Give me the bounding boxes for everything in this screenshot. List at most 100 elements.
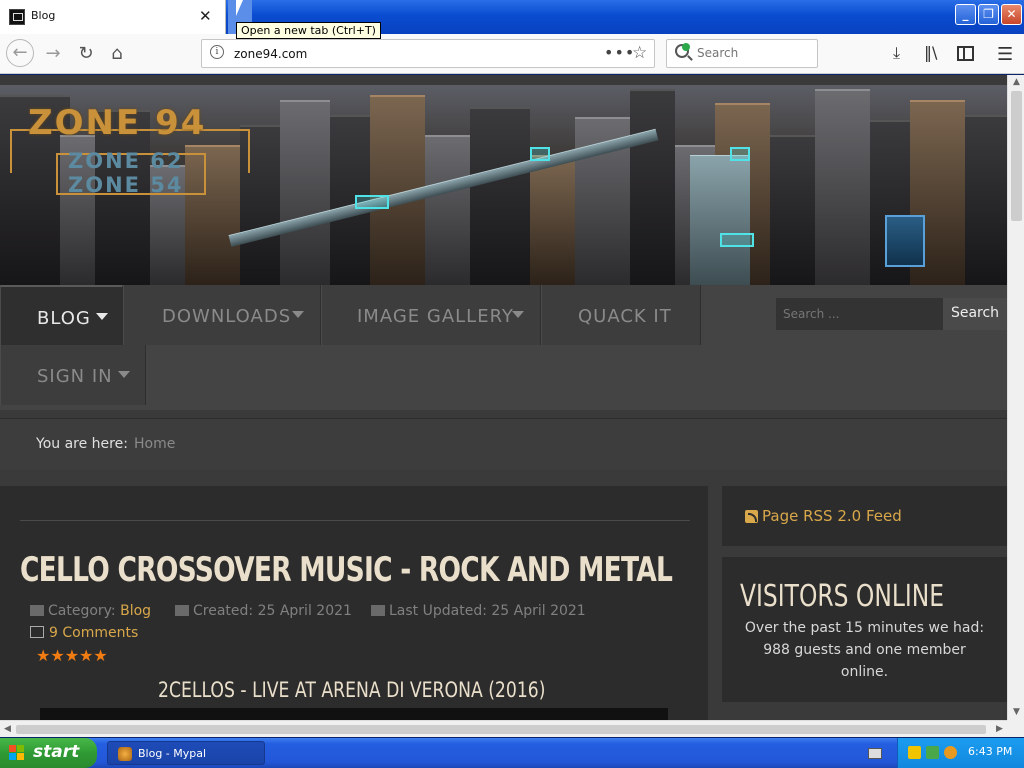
reload-button[interactable]: ↻ <box>73 41 99 67</box>
rss-feed-box: Page RSS 2.0 Feed <box>722 486 1007 546</box>
rss-icon <box>745 510 758 523</box>
scroll-right-arrow-icon[interactable]: ▶ <box>992 722 1007 737</box>
updated-date: Last Updated: 25 April 2021 <box>389 603 586 619</box>
home-button[interactable]: ⌂ <box>104 41 130 67</box>
add-search-engine-icon <box>682 43 690 51</box>
site-info-icon[interactable]: i <box>210 45 224 59</box>
comments-link[interactable]: 9 Comments <box>30 625 138 641</box>
menu-item-image-gallery[interactable]: IMAGE GALLERY <box>321 285 541 345</box>
site-logo[interactable]: ZONE 94 ZONE 62 ZONE 54 <box>10 103 250 203</box>
menu-label-blog: BLOG <box>37 308 91 329</box>
navigation-toolbar: ← → ↻ ⌂ i zone94.com ••• ☆ ⤓ ‖\ ☰ <box>0 34 1024 74</box>
system-tray: 6:43 PM <box>897 738 1024 768</box>
visitors-online-box: VISITORS ONLINE Over the past 15 minutes… <box>722 557 1007 702</box>
menu-label-image-gallery: IMAGE GALLERY <box>357 306 514 327</box>
browser-search-input[interactable] <box>697 46 807 60</box>
logo-sub-text-1: ZONE 62 <box>68 149 184 173</box>
category-label: Category: <box>48 603 116 619</box>
site-favicon-icon <box>9 9 25 25</box>
scroll-down-arrow-icon[interactable]: ▼ <box>1009 705 1024 720</box>
horizontal-scrollbar[interactable]: ◀ ▶ <box>0 720 1007 737</box>
sidebar-toggle-icon[interactable] <box>957 46 974 61</box>
caret-down-icon <box>118 371 130 378</box>
new-tab-tooltip: Open a new tab (Ctrl+T) <box>236 22 381 39</box>
tab-blog[interactable]: Blog ✕ <box>0 0 226 34</box>
menu-item-blog[interactable]: BLOG <box>0 285 123 345</box>
menu-label-sign-in: SIGN IN <box>37 366 113 387</box>
mouse-cursor-icon <box>236 0 243 16</box>
divider <box>20 520 690 521</box>
vertical-scroll-thumb[interactable] <box>1011 91 1022 221</box>
calendar-icon <box>371 605 385 616</box>
menu-label-downloads: DOWNLOADS <box>162 306 292 327</box>
page-viewport: ZONE 94 ZONE 62 ZONE 54 BLOG DOWNLOADS I… <box>0 75 1007 720</box>
tab-close-button[interactable]: ✕ <box>199 7 212 25</box>
video-title: 2CELLOS - LIVE AT ARENA DI VERONA (2016) <box>158 678 546 702</box>
system-clock[interactable]: 6:43 PM <box>968 745 1012 758</box>
url-text[interactable]: zone94.com <box>234 47 307 61</box>
windows-flag-icon <box>9 745 26 761</box>
start-button[interactable]: start <box>0 738 97 768</box>
visitors-title: VISITORS ONLINE <box>740 579 945 614</box>
address-bar[interactable]: i zone94.com ••• ☆ <box>201 39 655 68</box>
logo-sub-text-2: ZONE 54 <box>68 173 184 197</box>
folder-icon <box>30 605 44 616</box>
caret-down-icon <box>96 313 108 320</box>
calendar-icon <box>175 605 189 616</box>
article-title[interactable]: CELLO CROSSOVER MUSIC - ROCK AND METAL <box>20 550 673 590</box>
rss-feed-link[interactable]: Page RSS 2.0 Feed <box>762 507 902 525</box>
comments-count[interactable]: 9 Comments <box>49 625 138 641</box>
scrollbar-corner <box>1007 720 1024 737</box>
network-icon[interactable] <box>926 746 939 759</box>
site-search-button[interactable]: Search <box>943 298 1007 330</box>
caret-down-icon <box>512 311 524 318</box>
hamburger-menu-icon[interactable]: ☰ <box>997 44 1013 65</box>
visitors-text: Over the past 15 minutes we had: 988 gue… <box>744 620 985 680</box>
windows-taskbar: start Blog - Mypal 6:43 PM <box>0 738 1024 768</box>
category-link[interactable]: Blog <box>120 603 151 619</box>
article-created: Created: 25 April 2021 <box>175 603 352 619</box>
video-player[interactable] <box>40 708 668 720</box>
taskbar-item-label: Blog - Mypal <box>138 747 207 760</box>
breadcrumb-label: You are here: <box>36 436 128 452</box>
security-shield-icon[interactable] <box>908 746 921 759</box>
search-tray-icon[interactable] <box>944 746 957 759</box>
keyboard-layout-icon[interactable] <box>868 748 882 759</box>
page-actions-icon[interactable]: ••• <box>604 43 635 62</box>
browser-title-bar: Blog ✕ _ ❐ ✕ <box>0 0 1024 34</box>
horizontal-scroll-thumb[interactable] <box>16 725 986 734</box>
minimize-button[interactable]: _ <box>955 4 976 25</box>
library-icon[interactable]: ‖\ <box>924 43 937 62</box>
breadcrumb-home: Home <box>134 436 176 452</box>
downloads-icon[interactable]: ⤓ <box>893 43 900 63</box>
forward-button[interactable]: → <box>40 41 66 67</box>
article-panel: CELLO CROSSOVER MUSIC - ROCK AND METAL C… <box>0 486 708 720</box>
bookmark-star-icon[interactable]: ☆ <box>632 43 647 63</box>
article-category: Category: Blog <box>30 603 151 619</box>
close-window-button[interactable]: ✕ <box>1001 4 1022 25</box>
header-banner: ZONE 94 ZONE 62 ZONE 54 <box>0 85 1007 285</box>
menu-item-sign-in[interactable]: SIGN IN <box>0 345 146 405</box>
comment-icon <box>30 626 44 638</box>
created-date: Created: 25 April 2021 <box>193 603 352 619</box>
tab-title: Blog <box>31 9 56 22</box>
breadcrumb: You are here: Home <box>0 418 1007 470</box>
scroll-up-arrow-icon[interactable]: ▲ <box>1009 75 1024 90</box>
browser-search-bar[interactable] <box>666 39 818 68</box>
vertical-scrollbar[interactable]: ▲ ▼ <box>1007 75 1024 720</box>
menu-label-quack-it: QUACK IT <box>578 306 672 327</box>
caret-down-icon <box>292 311 304 318</box>
menu-item-downloads[interactable]: DOWNLOADS <box>123 285 321 345</box>
logo-main-text: ZONE 94 <box>28 103 207 143</box>
site-search-input[interactable] <box>776 298 943 330</box>
scroll-left-arrow-icon[interactable]: ◀ <box>0 722 15 737</box>
mypal-browser-icon <box>118 747 132 761</box>
star-rating[interactable]: ★★★★★ <box>36 646 108 665</box>
menu-item-quack-it[interactable]: QUACK IT <box>541 285 701 345</box>
maximize-button[interactable]: ❐ <box>978 4 999 25</box>
article-updated: Last Updated: 25 April 2021 <box>371 603 586 619</box>
back-button[interactable]: ← <box>6 39 34 67</box>
site-main-menu: BLOG DOWNLOADS IMAGE GALLERY QUACK IT SI… <box>0 285 1007 410</box>
start-label: start <box>33 742 80 762</box>
taskbar-item-blog-mypal[interactable]: Blog - Mypal <box>107 741 265 765</box>
